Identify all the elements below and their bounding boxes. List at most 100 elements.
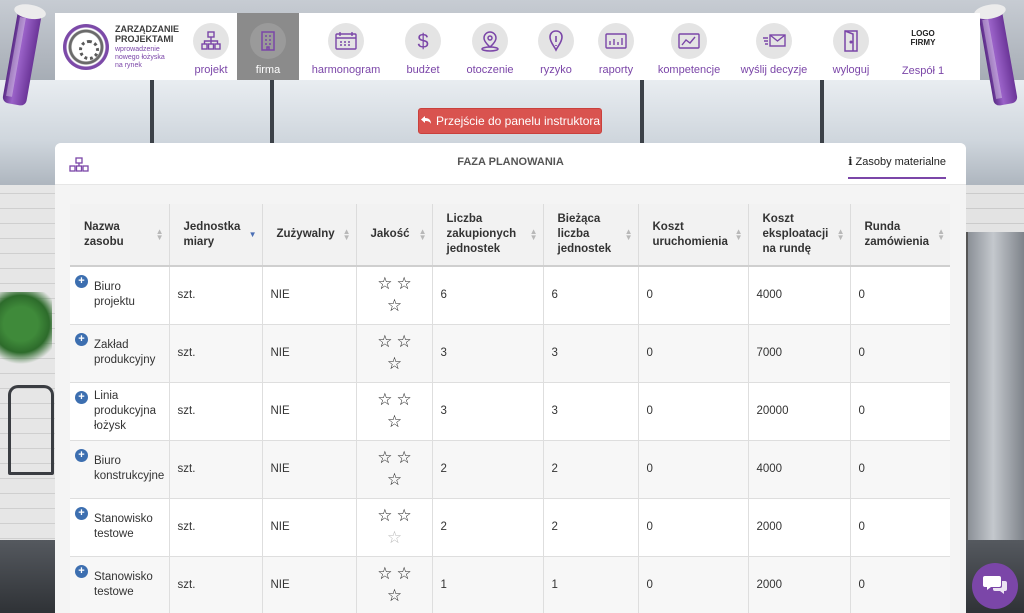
building-icon — [250, 23, 286, 59]
expand-row-icon[interactable]: + — [75, 390, 88, 404]
resource-name-line2: testowe — [94, 528, 134, 540]
nav-firma[interactable]: firma — [237, 13, 299, 80]
cell-current-units: 6 — [543, 266, 639, 325]
resource-name-line1: Linia — [94, 389, 119, 402]
cell-startup-cost: 0 — [638, 440, 749, 499]
nav-budzet[interactable]: $ budżet — [393, 13, 453, 80]
cell-quality: ☆☆ ☆ — [356, 324, 433, 383]
table-row[interactable]: + Biuro konstrukcyjne szt. NIE ☆☆ ☆ 2 2 0 4000 0 — [70, 440, 950, 499]
brand-title-2: PROJEKTAMI — [115, 33, 174, 44]
cell-current-units: 3 — [543, 382, 639, 441]
nav-label: ryzyko — [540, 64, 572, 76]
tab-label: Zasoby materialne — [855, 156, 947, 168]
resources-table: Nazwa zasobu ▲ ▼ Jednostka miary ▼ Zużywalny ▲… — [70, 204, 950, 613]
table-row[interactable]: + Biuro projektu szt. NIE ☆☆ ☆ 6 6 0 4000 0 — [70, 266, 950, 325]
star-icon: ☆ — [396, 274, 416, 294]
cell-bought-units: 2 — [432, 498, 544, 557]
dollar-icon: $ — [405, 23, 441, 59]
table-row[interactable]: + Zakład produkcyjny szt. NIE ☆☆ ☆ 3 3 0 7000 0 — [70, 324, 950, 383]
quality-stars: ☆☆ ☆ — [373, 389, 421, 433]
panel-title: FAZA PLANOWANIA — [457, 156, 564, 168]
tab-zasoby-materialne[interactable]: i Zasoby materialne — [848, 155, 946, 179]
chat-button[interactable] — [972, 563, 1018, 609]
nav-kompetencje[interactable]: kompetencje — [647, 13, 731, 80]
header-text: jednostek — [557, 243, 612, 255]
star-icon: ☆ — [386, 586, 407, 605]
star-icon: ☆ — [377, 448, 397, 467]
nav-wyslij-decyzje[interactable]: wyślij decyzje — [731, 13, 817, 80]
column-header-nazwa[interactable]: Nazwa zasobu ▲ ▼ — [70, 204, 170, 267]
resource-name-line1: Stanowisko — [94, 513, 153, 525]
quality-stars: ☆☆ ☆ — [373, 331, 421, 375]
nav-wyloguj[interactable]: wyloguj — [817, 13, 885, 80]
cell-consumable: NIE — [262, 440, 357, 499]
brand-title-1: ZARZĄDZANIE — [115, 23, 179, 34]
cell-order-round: 0 — [850, 266, 950, 325]
star-icon: ☆ — [386, 296, 407, 316]
cell-current-units: 2 — [543, 440, 639, 499]
star-icon: ☆ — [396, 390, 416, 409]
column-header-biezaca-liczba[interactable]: Bieżąca liczba jednostek ▲ ▼ — [543, 204, 639, 267]
nav-harmonogram[interactable]: harmonogram — [299, 13, 393, 80]
star-empty-icon: ☆ — [386, 528, 407, 547]
brand[interactable]: ZARZĄDZANIE PROJEKTAMI wprowadzenie nowe… — [55, 13, 185, 80]
nav-otoczenie[interactable]: otoczenie — [453, 13, 527, 80]
cell-quality: ☆☆ ☆ — [356, 440, 433, 499]
header-text: Jakość — [370, 228, 410, 240]
cell-resource-name: + Linia produkcyjna łożysk — [70, 382, 170, 441]
column-header-koszt-uruchomienia[interactable]: Koszt uruchomienia ▲ ▼ — [638, 204, 749, 267]
header-text: Koszt — [652, 220, 684, 233]
sort-icon: ▲ ▼ — [734, 227, 743, 242]
expand-row-icon[interactable]: + — [75, 275, 88, 288]
column-header-runda-zamowienia[interactable]: Runda zamówienia ▲ ▼ — [850, 204, 950, 267]
star-icon: ☆ — [396, 506, 416, 525]
cell-quality: ☆☆ ☆ — [356, 382, 433, 441]
svg-text:$: $ — [417, 31, 428, 53]
cell-consumable: NIE — [262, 324, 357, 383]
nav-raporty[interactable]: raporty — [585, 13, 647, 80]
resource-name-line2: konstrukcyjne — [94, 470, 165, 482]
expand-row-icon[interactable]: + — [75, 332, 88, 346]
cell-quality: ☆☆ ☆ — [356, 556, 433, 613]
sort-icon: ▲ ▼ — [342, 227, 351, 242]
column-header-liczba-zakupionych[interactable]: Liczba zakupionych jednostek ▲ ▼ — [432, 204, 544, 267]
table-row[interactable]: + Stanowisko testowe szt. NIE ☆☆ ☆ 2 2 0 2000 0 — [70, 498, 950, 557]
table-row[interactable]: + Stanowisko testowe szt. NIE ☆☆ ☆ 1 1 0 2000 0 — [70, 556, 950, 613]
table-row[interactable]: + Linia produkcyjna łożysk szt. NIE ☆☆ ☆ 3 3 0 2000… — [70, 382, 950, 441]
cell-unit: szt. — [169, 266, 263, 325]
header-text: jednostek — [446, 243, 501, 255]
nav-label: firma — [255, 64, 281, 76]
expand-row-icon[interactable]: + — [75, 448, 88, 462]
nav-projekt[interactable]: projekt — [185, 13, 237, 80]
star-icon: ☆ — [377, 506, 397, 525]
header-text: zamówienia — [864, 235, 930, 248]
panel-header: FAZA PLANOWANIA i Zasoby materialne — [55, 143, 966, 185]
star-icon: ☆ — [396, 564, 416, 583]
background-chair — [8, 385, 54, 475]
column-header-zuzywalny[interactable]: Zużywalny ▲ ▼ — [262, 204, 357, 267]
nav-ryzyko[interactable]: ryzyko — [527, 13, 585, 80]
background-plant — [0, 292, 52, 372]
resource-name-line1: Biuro — [94, 455, 121, 467]
expand-row-icon[interactable]: + — [75, 506, 88, 520]
header-text: Zużywalny — [276, 228, 335, 240]
column-header-jednostka[interactable]: Jednostka miary ▼ — [169, 204, 263, 267]
resource-name-line1: Biuro — [94, 281, 121, 294]
instructor-panel-button[interactable]: Przejście do panelu instruktora — [418, 108, 602, 134]
column-header-jakosc[interactable]: Jakość ▲ ▼ — [356, 204, 433, 267]
header-text: Koszt — [762, 213, 794, 225]
send-mail-icon — [756, 23, 792, 59]
column-header-koszt-eksploatacji[interactable]: Koszt eksploatacji na rundę ▲ ▼ — [748, 204, 851, 267]
chart-icon — [671, 23, 707, 59]
expand-row-icon[interactable]: + — [75, 564, 88, 578]
sort-icon: ▲ ▼ — [529, 227, 538, 242]
cell-consumable: NIE — [262, 498, 357, 557]
cell-unit: szt. — [169, 440, 263, 499]
quality-stars: ☆☆ ☆ — [373, 505, 421, 549]
header-text: Bieżąca — [557, 213, 601, 225]
nav-label: harmonogram — [311, 64, 381, 76]
reply-arrow-icon — [420, 114, 432, 128]
cell-bought-units: 2 — [432, 440, 544, 499]
star-icon: ☆ — [377, 564, 397, 583]
star-icon: ☆ — [377, 332, 397, 351]
